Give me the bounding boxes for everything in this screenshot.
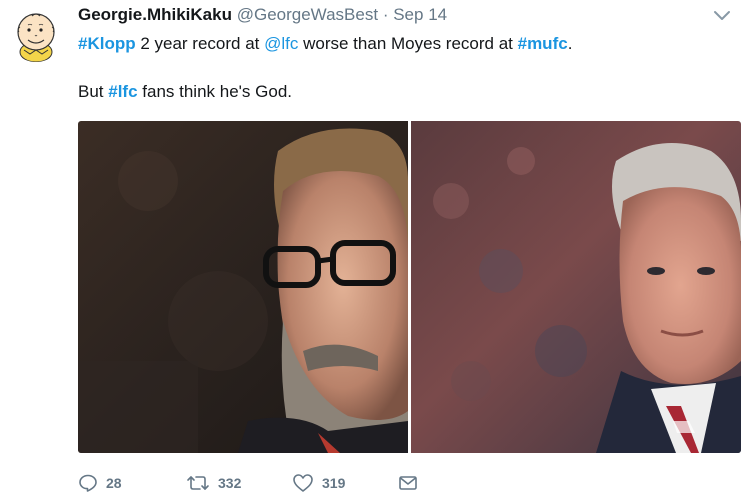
tweet-text: #Klopp 2 year record at @lfc worse than …: [78, 32, 728, 104]
grey-haired-man-photo[interactable]: [411, 121, 741, 453]
tweet-text-segment: But: [78, 82, 109, 101]
user-handle[interactable]: @GeorgeWasBest: [237, 5, 378, 24]
reply-count: 28: [106, 475, 122, 491]
tweet-text-line-1: #Klopp 2 year record at @lfc worse than …: [78, 32, 728, 56]
like-count: 319: [322, 475, 346, 491]
hashtag-klopp[interactable]: #Klopp: [78, 34, 136, 53]
avatar[interactable]: [8, 6, 64, 62]
chevron-down-icon[interactable]: [712, 8, 732, 24]
tweet-media[interactable]: [78, 121, 741, 453]
reply-icon: [79, 474, 97, 492]
tweet-card: Georgie.MhikiKaku @GeorgeWasBest · Sep 1…: [0, 0, 750, 501]
mention-lfc[interactable]: @lfc: [264, 34, 298, 53]
retweet-button[interactable]: 332: [186, 468, 241, 498]
tweet-text-segment: fans think he's God.: [137, 82, 292, 101]
tweet-text-segment: worse than Moyes record at: [298, 34, 518, 53]
direct-message-button[interactable]: [398, 468, 418, 498]
tweet-header: Georgie.MhikiKaku @GeorgeWasBest · Sep 1…: [78, 3, 447, 27]
display-name[interactable]: Georgie.MhikiKaku: [78, 5, 232, 24]
hashtag-lfc[interactable]: #lfc: [108, 82, 137, 101]
tweet-date[interactable]: Sep 14: [393, 5, 447, 24]
retweet-count: 332: [218, 475, 242, 491]
heart-icon: [293, 474, 313, 492]
tweet-text-line-2: But #lfc fans think he's God.: [78, 80, 728, 104]
man-with-glasses-photo[interactable]: [78, 121, 408, 453]
tweet-text-segment: .: [567, 34, 573, 53]
reply-button[interactable]: 28: [78, 468, 122, 498]
hashtag-mufc[interactable]: #mufc: [518, 34, 568, 53]
retweet-icon: [187, 476, 209, 490]
like-button[interactable]: 319: [292, 468, 345, 498]
charlie-brown-avatar-icon: [17, 13, 55, 62]
tweet-text-segment: 2 year record at: [135, 34, 265, 53]
envelope-icon: [399, 476, 417, 490]
header-separator: ·: [382, 5, 389, 24]
